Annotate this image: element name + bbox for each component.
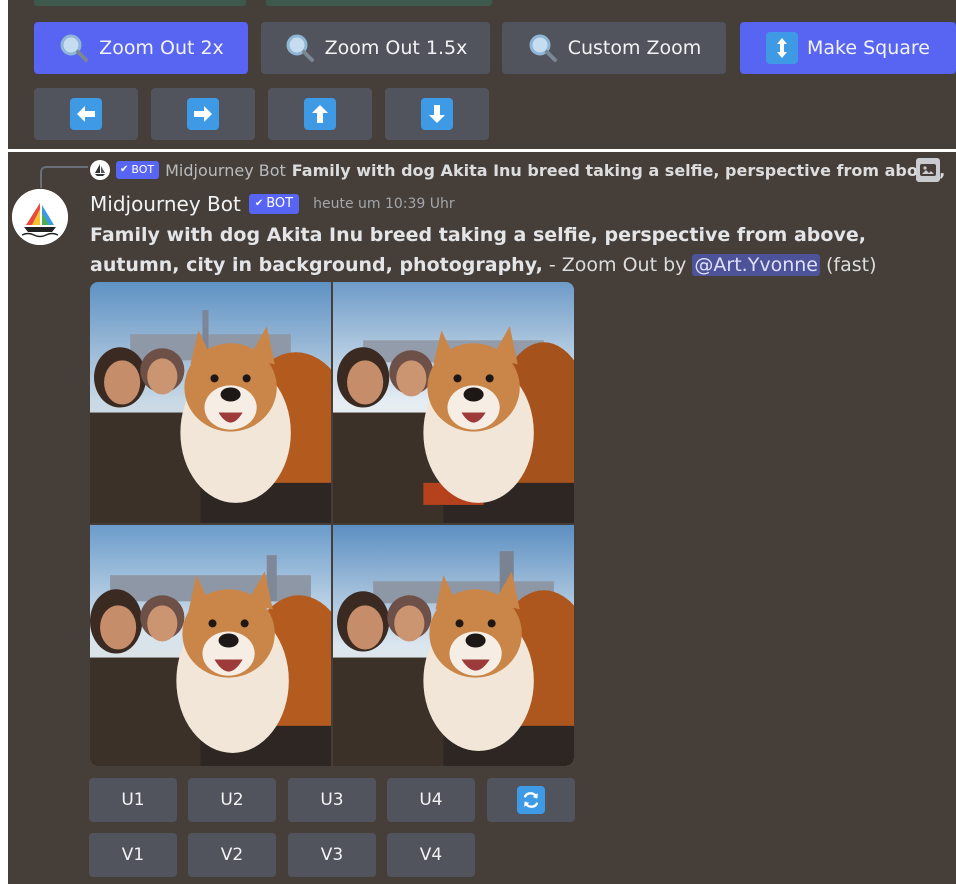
variation-4-button[interactable]: V4: [387, 833, 475, 877]
timestamp: heute um 10:39 Uhr: [313, 196, 455, 212]
upscale-2-button[interactable]: U2: [188, 778, 276, 822]
magnifier-icon: [527, 32, 559, 64]
check-icon: ✔: [120, 164, 129, 175]
arrow-left-icon: [70, 98, 102, 130]
grid-image-2[interactable]: [333, 282, 574, 523]
grid-image-4[interactable]: [333, 525, 574, 766]
speed-text: (fast): [819, 254, 877, 276]
upscale-3-button[interactable]: U3: [288, 778, 376, 822]
reroll-button[interactable]: [487, 778, 575, 822]
variation-2-button[interactable]: V2: [188, 833, 276, 877]
author-name[interactable]: Midjourney Bot: [90, 192, 241, 216]
check-icon: ✔: [254, 198, 264, 209]
variation-1-button[interactable]: V1: [89, 833, 177, 877]
reply-content[interactable]: Family with dog Akita Inu breed taking a…: [292, 161, 945, 180]
bot-tag-label: BOT: [266, 196, 294, 211]
pan-right-button[interactable]: [151, 88, 255, 140]
refresh-icon: [517, 786, 545, 814]
bot-tag: ✔ BOT: [248, 194, 300, 214]
previous-button-edge: [34, 0, 246, 6]
grid-image-1[interactable]: [90, 282, 331, 523]
grid-image-3[interactable]: [90, 525, 331, 766]
custom-zoom-button[interactable]: Custom Zoom: [502, 22, 726, 74]
pan-up-button[interactable]: [268, 88, 372, 140]
zoom-out-1-5x-label: Zoom Out 1.5x: [324, 37, 468, 59]
zoom-out-1-5x-button[interactable]: Zoom Out 1.5x: [261, 22, 490, 74]
message-text: Family with dog Akita Inu breed taking a…: [90, 220, 950, 280]
upscale-4-button[interactable]: U4: [387, 778, 475, 822]
arrow-up-icon: [304, 98, 336, 130]
pan-left-button[interactable]: [34, 88, 138, 140]
variation-3-button[interactable]: V3: [288, 833, 376, 877]
make-square-button[interactable]: Make Square: [740, 22, 956, 74]
author-row: Midjourney Bot ✔ BOT heute um 10:39 Uhr: [90, 190, 455, 218]
pan-down-button[interactable]: [385, 88, 489, 140]
separator: -: [542, 254, 562, 276]
mini-avatar: [90, 160, 110, 180]
image-icon: [916, 158, 940, 182]
zoom-out-2x-label: Zoom Out 2x: [99, 37, 224, 59]
message-panel: ✔ BOT Midjourney Bot Family with dog Akit…: [8, 152, 956, 884]
up-down-arrow-icon: [766, 32, 798, 64]
reply-connector: [40, 166, 88, 188]
upscale-1-button[interactable]: U1: [89, 778, 177, 822]
avatar[interactable]: [12, 189, 68, 245]
top-button-panel: Zoom Out 2x Zoom Out 1.5x Custom Zoom Ma…: [8, 0, 956, 149]
reply-reference[interactable]: ✔ BOT Midjourney Bot Family with dog Akit…: [90, 156, 945, 184]
user-mention[interactable]: @Art.Yvonne: [692, 254, 820, 276]
make-square-label: Make Square: [807, 37, 930, 59]
arrow-down-icon: [421, 98, 453, 130]
magnifier-icon: [58, 32, 90, 64]
zoom-out-2x-button[interactable]: Zoom Out 2x: [34, 22, 248, 74]
custom-zoom-label: Custom Zoom: [567, 37, 702, 59]
reply-bot-tag: ✔ BOT: [116, 161, 160, 179]
image-grid[interactable]: [90, 282, 574, 766]
mode-text: Zoom Out by: [561, 254, 687, 276]
previous-button-edge: [266, 0, 492, 6]
magnifier-icon: [284, 32, 316, 64]
arrow-right-icon: [187, 98, 219, 130]
reply-bot-tag-label: BOT: [131, 163, 155, 176]
reply-username[interactable]: Midjourney Bot: [165, 161, 286, 180]
